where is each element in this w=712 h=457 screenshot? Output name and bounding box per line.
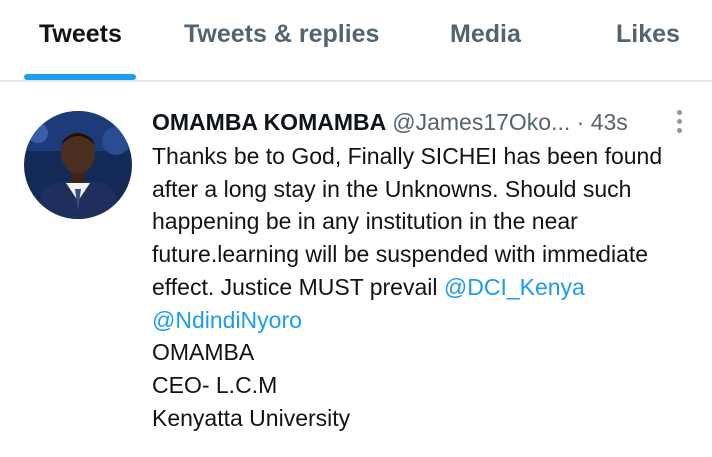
tab-tweets[interactable]: Tweets xyxy=(39,20,122,49)
tweet[interactable]: OMAMBA KOMAMBA @James17Oko... · 43s Thank… xyxy=(0,82,712,457)
tweet-text-line: happening be in any institution in the n… xyxy=(152,208,578,235)
tweet-text-segment: effect. Justice MUST prevail xyxy=(152,273,438,300)
time-separator: · xyxy=(576,109,585,135)
active-tab-indicator xyxy=(24,74,136,80)
tweet-time[interactable]: 43s xyxy=(591,109,628,135)
signature-institution: Kenyatta University xyxy=(152,404,351,431)
tweet-text-line: future.learning will be suspended with i… xyxy=(152,241,649,268)
vertical-ellipsis-icon[interactable] xyxy=(674,110,684,136)
tab-likes[interactable]: Likes xyxy=(616,20,680,49)
tweet-text-line-with-mention: effect. Justice MUST prevail @DCI_Kenya xyxy=(152,271,702,304)
avatar[interactable] xyxy=(24,111,132,219)
tweet-text-line: after a long stay in the Unknowns. Shoul… xyxy=(152,175,632,202)
tweet-content: OMAMBA KOMAMBA @James17Oko... · 43s Thank… xyxy=(152,104,702,434)
tab-media[interactable]: Media xyxy=(450,20,521,49)
author-name[interactable]: OMAMBA KOMAMBA xyxy=(152,109,386,135)
profile-tabs: Tweets Tweets & replies Media Likes xyxy=(0,0,712,82)
signature-name: OMAMBA xyxy=(152,339,255,366)
tweet-text: Thanks be to God, Finally SICHEI has bee… xyxy=(152,140,702,434)
mention-link-ndindi-nyoro[interactable]: @NdindiNyoro xyxy=(152,307,302,333)
author-handle[interactable]: @James17Oko... xyxy=(392,109,570,135)
mention-link-dci-kenya[interactable]: @DCI_Kenya xyxy=(444,274,585,300)
tweet-text-line: Thanks be to God, Finally SICHEI has bee… xyxy=(152,143,663,169)
signature-title: CEO- L.C.M xyxy=(152,371,278,398)
tab-tweets-and-replies[interactable]: Tweets & replies xyxy=(184,20,379,49)
tweet-header: OMAMBA KOMAMBA @James17Oko... · 43s xyxy=(152,104,702,140)
